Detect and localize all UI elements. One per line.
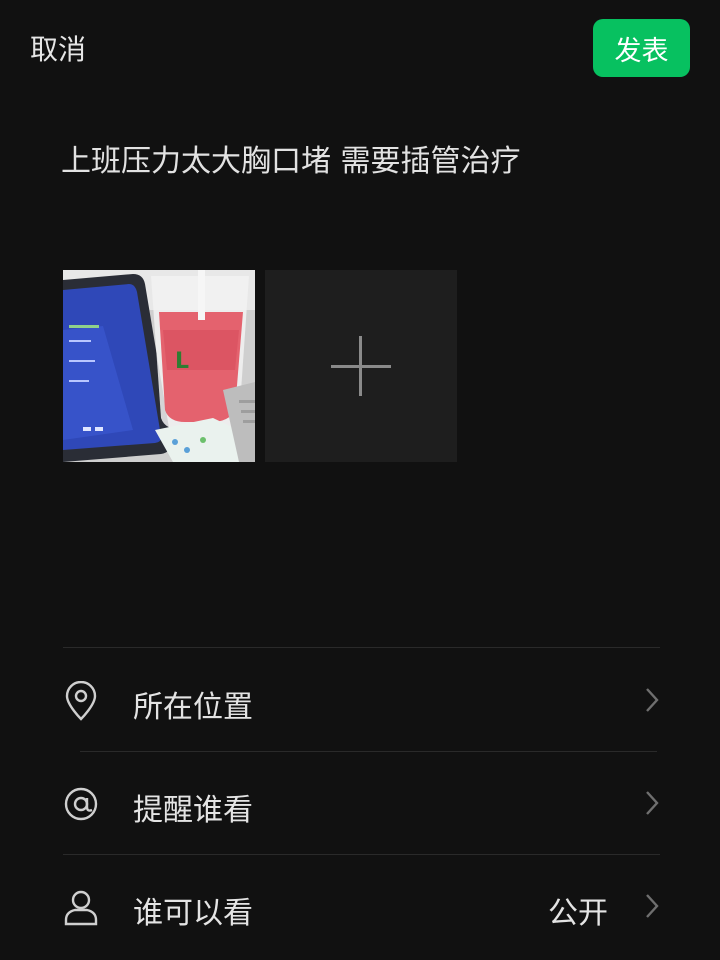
options-top-divider (63, 647, 660, 648)
person-icon (63, 887, 99, 927)
chevron-right-icon (644, 892, 660, 920)
options-divider (80, 751, 657, 752)
location-option[interactable]: 所在位置 (63, 650, 660, 750)
location-label: 所在位置 (133, 690, 253, 725)
photo-image: L (63, 270, 255, 462)
add-photo-button[interactable] (265, 270, 457, 462)
at-icon (63, 784, 99, 824)
post-text-input[interactable]: 上班压力太大胸口堵 需要插管治疗 (61, 136, 521, 180)
chevron-right-icon (644, 789, 660, 817)
photo-thumbnail[interactable]: L (63, 270, 255, 462)
cancel-button[interactable]: 取消 (30, 28, 86, 68)
chevron-right-icon (644, 686, 660, 714)
visibility-value: 公开 (548, 896, 608, 931)
options-divider (63, 854, 660, 855)
visibility-label: 谁可以看 (133, 896, 253, 931)
publish-button[interactable]: 发表 (593, 19, 690, 77)
location-pin-icon (63, 680, 99, 721)
mention-option[interactable]: 提醒谁看 (63, 753, 660, 853)
mention-label: 提醒谁看 (133, 793, 253, 828)
plus-icon-vertical (359, 336, 362, 396)
svg-text:L: L (175, 349, 189, 374)
visibility-option[interactable]: 谁可以看 公开 (63, 856, 660, 956)
